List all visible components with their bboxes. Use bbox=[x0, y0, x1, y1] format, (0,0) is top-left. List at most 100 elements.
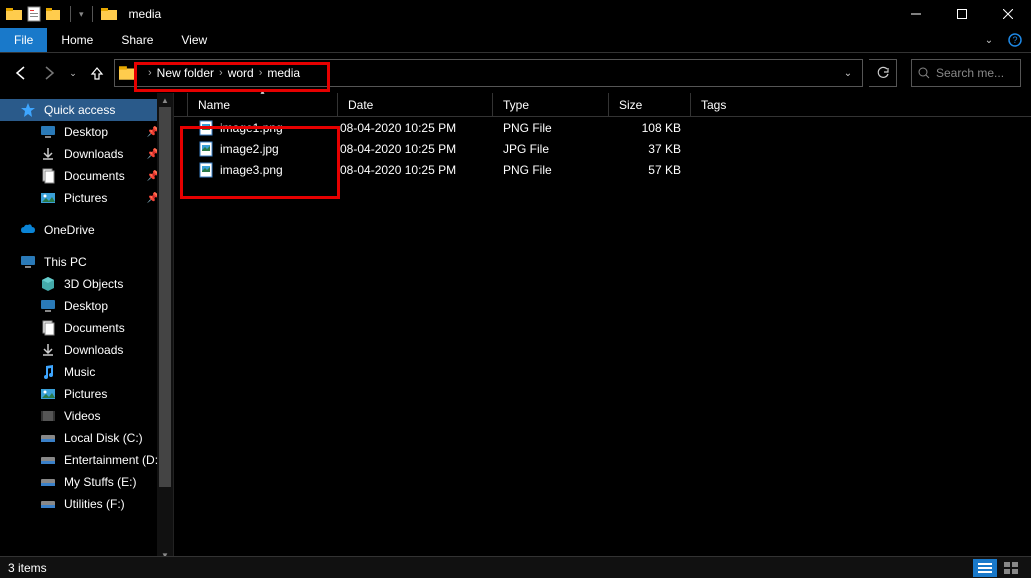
chevron-right-icon[interactable]: › bbox=[219, 67, 223, 79]
file-tab[interactable]: File bbox=[0, 28, 47, 52]
sidebar-item-drive-d[interactable]: Entertainment (D:) bbox=[0, 449, 173, 471]
sidebar-item-drive-e[interactable]: My Stuffs (E:) bbox=[0, 471, 173, 493]
file-row[interactable]: image2.jpg 08-04-2020 10:25 PM JPG File … bbox=[174, 138, 1031, 159]
file-row[interactable]: image1.png 08-04-2020 10:25 PM PNG File … bbox=[174, 117, 1031, 138]
sidebar-scrollbar[interactable]: ▲ ▼ bbox=[157, 93, 173, 562]
documents-icon bbox=[40, 320, 56, 336]
downloads-icon bbox=[40, 146, 56, 162]
minimize-button[interactable] bbox=[893, 0, 939, 28]
address-history-icon[interactable]: ⌄ bbox=[838, 68, 858, 79]
sidebar-quick-access[interactable]: Quick access bbox=[0, 99, 173, 121]
sidebar-item-drive-f[interactable]: Utilities (F:) bbox=[0, 493, 173, 515]
search-icon bbox=[918, 67, 930, 79]
sidebar-item-desktop[interactable]: Desktop 📌 bbox=[0, 121, 173, 143]
file-type: PNG File bbox=[493, 163, 609, 177]
chevron-right-icon[interactable]: › bbox=[259, 67, 263, 79]
sidebar-label: Music bbox=[64, 365, 95, 379]
file-type: JPG File bbox=[493, 142, 609, 156]
help-icon[interactable]: ? bbox=[1005, 33, 1025, 47]
back-button[interactable] bbox=[10, 62, 32, 84]
pc-icon bbox=[20, 254, 36, 270]
status-item-count: 3 items bbox=[8, 561, 47, 575]
qat-dropdown-icon[interactable]: ▾ bbox=[79, 9, 84, 20]
sidebar-item-music[interactable]: Music bbox=[0, 361, 173, 383]
folder-icon bbox=[101, 6, 117, 22]
search-placeholder: Search me... bbox=[936, 66, 1004, 80]
breadcrumb-segment[interactable]: New folder bbox=[157, 66, 214, 80]
desktop-icon bbox=[40, 124, 56, 140]
sidebar-label: Pictures bbox=[64, 191, 107, 205]
column-type[interactable]: Type bbox=[493, 93, 609, 116]
sidebar-label: Pictures bbox=[64, 387, 107, 401]
star-icon bbox=[20, 102, 36, 118]
sidebar-item-drive-c[interactable]: Local Disk (C:) bbox=[0, 427, 173, 449]
forward-button[interactable] bbox=[38, 62, 60, 84]
tab-share[interactable]: Share bbox=[107, 28, 167, 52]
cube-icon bbox=[40, 276, 56, 292]
image-file-icon bbox=[198, 162, 214, 178]
sidebar-label: Documents bbox=[64, 321, 125, 335]
breadcrumb-segment[interactable]: word bbox=[228, 66, 254, 80]
window-title: media bbox=[129, 7, 162, 21]
sidebar-item-videos[interactable]: Videos bbox=[0, 405, 173, 427]
sidebar-label: Quick access bbox=[44, 103, 115, 117]
address-bar[interactable]: › New folder › word › media ⌄ bbox=[114, 59, 863, 87]
sidebar-label: Downloads bbox=[64, 147, 123, 161]
desktop-icon bbox=[40, 298, 56, 314]
file-size: 57 KB bbox=[609, 163, 691, 177]
close-button[interactable] bbox=[985, 0, 1031, 28]
sidebar-item-desktop-pc[interactable]: Desktop bbox=[0, 295, 173, 317]
sidebar-item-downloads-pc[interactable]: Downloads bbox=[0, 339, 173, 361]
sidebar-item-pictures-pc[interactable]: Pictures bbox=[0, 383, 173, 405]
sidebar-item-documents-pc[interactable]: Documents bbox=[0, 317, 173, 339]
sidebar-label: Desktop bbox=[64, 299, 108, 313]
tab-home[interactable]: Home bbox=[47, 28, 107, 52]
ribbon-expand-icon[interactable]: ⌄ bbox=[979, 35, 999, 46]
chevron-right-icon[interactable]: › bbox=[148, 67, 152, 79]
scroll-thumb[interactable] bbox=[159, 107, 171, 487]
sidebar-item-pictures[interactable]: Pictures 📌 bbox=[0, 187, 173, 209]
file-row[interactable]: image3.png 08-04-2020 10:25 PM PNG File … bbox=[174, 159, 1031, 180]
maximize-button[interactable] bbox=[939, 0, 985, 28]
column-tags[interactable]: Tags bbox=[691, 93, 1031, 116]
tab-view[interactable]: View bbox=[167, 28, 221, 52]
folder-icon bbox=[119, 64, 137, 82]
svg-text:?: ? bbox=[1012, 35, 1017, 45]
drive-icon bbox=[40, 474, 56, 490]
drive-icon bbox=[40, 496, 56, 512]
column-checkbox[interactable] bbox=[174, 93, 188, 116]
sidebar-this-pc[interactable]: This PC bbox=[0, 251, 173, 273]
sidebar-onedrive[interactable]: OneDrive bbox=[0, 219, 173, 241]
search-input[interactable]: Search me... bbox=[911, 59, 1021, 87]
up-button[interactable] bbox=[86, 62, 108, 84]
separator bbox=[70, 6, 71, 22]
videos-icon bbox=[40, 408, 56, 424]
sidebar-label: Documents bbox=[64, 169, 125, 183]
scroll-up-icon[interactable]: ▲ bbox=[157, 93, 173, 107]
breadcrumb-segment[interactable]: media bbox=[267, 66, 300, 80]
sidebar-label: My Stuffs (E:) bbox=[64, 475, 136, 489]
sidebar-item-downloads[interactable]: Downloads 📌 bbox=[0, 143, 173, 165]
documents-icon bbox=[40, 168, 56, 184]
sidebar-label: Downloads bbox=[64, 343, 123, 357]
new-folder-icon[interactable] bbox=[46, 6, 62, 22]
refresh-button[interactable] bbox=[869, 59, 897, 87]
thumbnails-view-button[interactable] bbox=[999, 559, 1023, 577]
drive-icon bbox=[40, 430, 56, 446]
sidebar-item-3dobjects[interactable]: 3D Objects bbox=[0, 273, 173, 295]
sidebar-item-documents[interactable]: Documents 📌 bbox=[0, 165, 173, 187]
sort-asc-icon: ▴ bbox=[260, 87, 264, 96]
file-date: 08-04-2020 10:25 PM bbox=[338, 142, 493, 156]
sidebar-label: This PC bbox=[44, 255, 87, 269]
sidebar-label: OneDrive bbox=[44, 223, 95, 237]
recent-locations-button[interactable]: ⌄ bbox=[66, 62, 80, 84]
file-type: PNG File bbox=[493, 121, 609, 135]
column-name[interactable]: ▴ Name bbox=[188, 93, 338, 116]
file-size: 108 KB bbox=[609, 121, 691, 135]
column-date[interactable]: Date bbox=[338, 93, 493, 116]
drive-icon bbox=[40, 452, 56, 468]
details-view-button[interactable] bbox=[973, 559, 997, 577]
file-date: 08-04-2020 10:25 PM bbox=[338, 163, 493, 177]
properties-icon[interactable] bbox=[26, 6, 42, 22]
column-size[interactable]: Size bbox=[609, 93, 691, 116]
